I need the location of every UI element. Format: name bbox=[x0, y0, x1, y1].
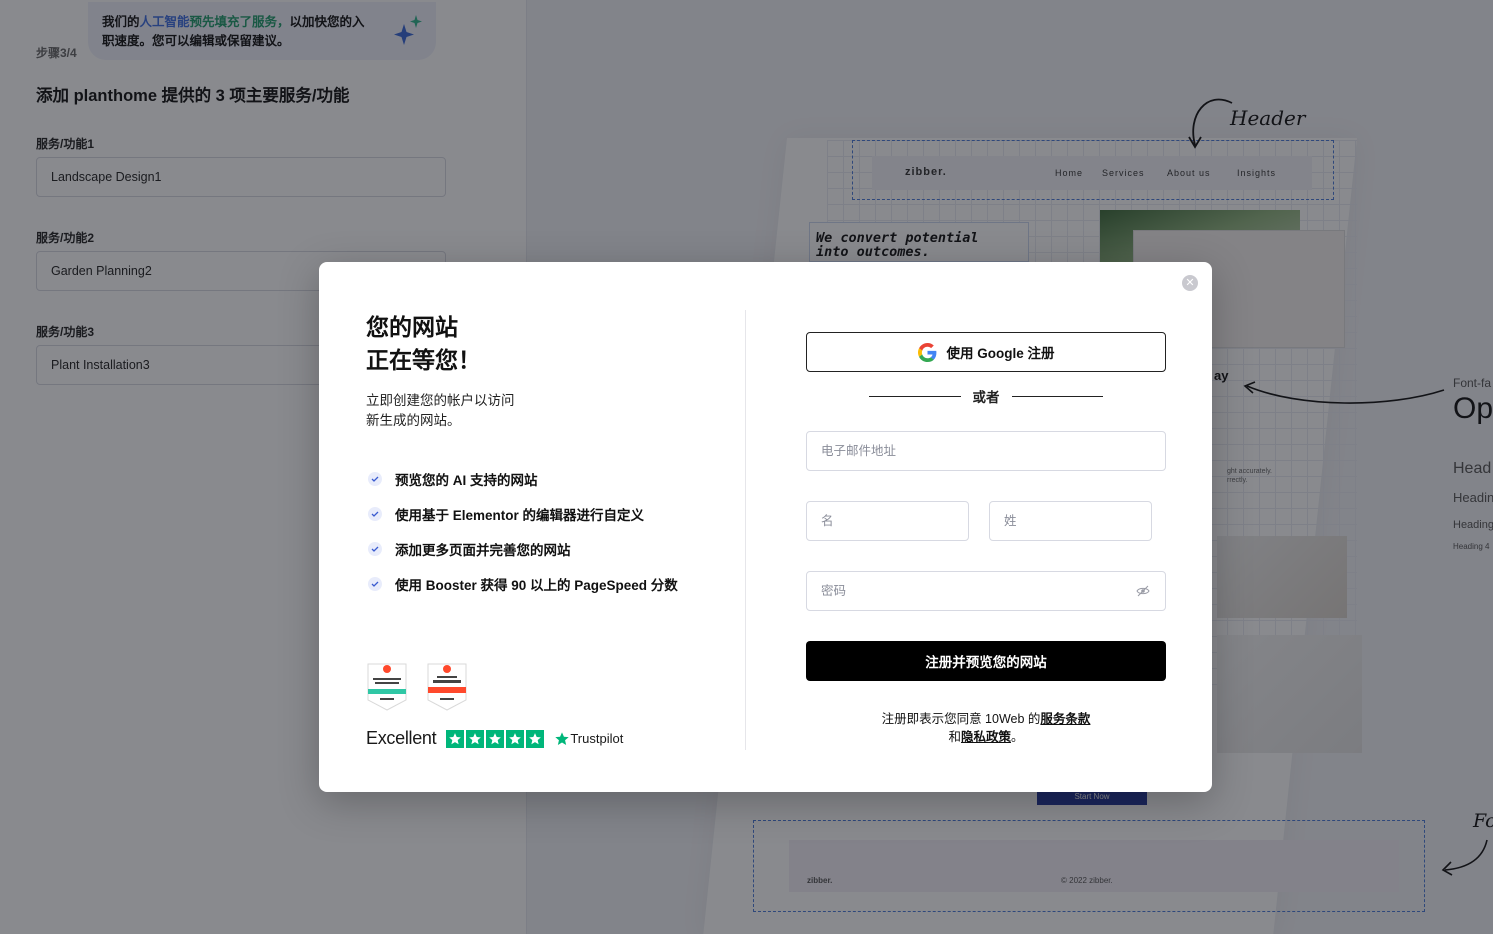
separator-line bbox=[869, 395, 961, 397]
star-icon bbox=[486, 729, 505, 748]
terms-and: 和 bbox=[948, 730, 961, 744]
feature-label: 使用基于 Elementor 的编辑器进行自定义 bbox=[395, 508, 645, 523]
terms-pre: 注册即表示您同意 10Web 的 bbox=[881, 712, 1041, 726]
feature-item: 添加更多页面并完善您的网站 bbox=[368, 539, 571, 559]
or-separator: 或者 bbox=[869, 386, 1103, 406]
star-icon bbox=[446, 729, 465, 748]
trustpilot-excellent: Excellent bbox=[366, 728, 437, 748]
or-label: 或者 bbox=[972, 390, 1000, 405]
feature-label: 预览您的 AI 支持的网站 bbox=[395, 473, 538, 488]
separator-line bbox=[1011, 395, 1103, 397]
close-icon[interactable]: ✕ bbox=[1182, 275, 1198, 291]
feature-label: 添加更多页面并完善您的网站 bbox=[395, 543, 571, 558]
star-icon bbox=[466, 729, 485, 748]
modal-title-line-1: 您的网站 bbox=[366, 314, 458, 340]
email-field[interactable] bbox=[806, 431, 1166, 471]
google-icon bbox=[917, 342, 936, 362]
modal-title: 您的网站 正在等您！ bbox=[366, 311, 481, 377]
first-name-field[interactable] bbox=[806, 501, 969, 541]
g2-badges bbox=[366, 662, 468, 712]
terms-of-service-link[interactable]: 服务条款 bbox=[1040, 712, 1090, 726]
google-signup-label: 使用 Google 注册 bbox=[946, 346, 1055, 361]
privacy-policy-link[interactable]: 隐私政策 bbox=[961, 730, 1011, 744]
eye-off-icon[interactable] bbox=[1136, 585, 1150, 597]
feature-item: 使用基于 Elementor 的编辑器进行自定义 bbox=[368, 504, 644, 524]
terms-notice: 注册即表示您同意 10Web 的服务条款 和隐私政策。 bbox=[806, 710, 1166, 746]
feature-label: 使用 Booster 获得 90 以上的 PageSpeed 分数 bbox=[395, 578, 678, 593]
trustpilot-brand: Trustpilot bbox=[570, 731, 624, 746]
trustpilot-logo: Trustpilot bbox=[554, 731, 623, 747]
feature-item: 预览您的 AI 支持的网站 bbox=[368, 469, 538, 489]
last-name-field[interactable] bbox=[989, 501, 1152, 541]
modal-subtitle-line-1: 立即创建您的帐户以访问 bbox=[366, 393, 515, 408]
feature-item: 使用 Booster 获得 90 以上的 PageSpeed 分数 bbox=[368, 574, 678, 594]
modal-info-column: 您的网站 正在等您！ 立即创建您的帐户以访问 新生成的网站。 预览您的 AI 支… bbox=[366, 262, 746, 792]
column-divider bbox=[745, 310, 746, 750]
modal-subtitle: 立即创建您的帐户以访问 新生成的网站。 bbox=[366, 391, 515, 431]
password-field[interactable] bbox=[806, 571, 1166, 611]
signup-modal: ✕ 您的网站 正在等您！ 立即创建您的帐户以访问 新生成的网站。 预览您的 AI… bbox=[319, 262, 1212, 792]
signup-submit-button[interactable]: 注册并预览您的网站 bbox=[806, 641, 1166, 681]
star-icon bbox=[506, 729, 525, 748]
check-icon bbox=[368, 542, 382, 556]
g2-high-performer-badge-icon bbox=[427, 663, 467, 711]
modal-title-line-2: 正在等您！ bbox=[366, 347, 481, 373]
trustpilot-rating: Excellent Trustpilot bbox=[366, 728, 623, 749]
modal-subtitle-line-2: 新生成的网站。 bbox=[366, 413, 461, 428]
check-icon bbox=[368, 507, 382, 521]
signup-form: 使用 Google 注册 或者 注册并预览您的网站 注册即表示您同意 10Web… bbox=[806, 262, 1166, 792]
check-icon bbox=[368, 472, 382, 486]
g2-easiest-badge-icon bbox=[367, 663, 407, 711]
check-icon bbox=[368, 577, 382, 591]
terms-end: 。 bbox=[1011, 730, 1024, 744]
trustpilot-star-icon bbox=[555, 731, 570, 745]
google-signup-button[interactable]: 使用 Google 注册 bbox=[806, 332, 1166, 372]
star-icon bbox=[526, 729, 545, 748]
